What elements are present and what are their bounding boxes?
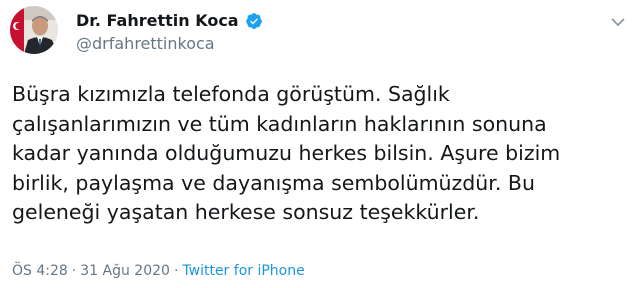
tweet-text-line: kadar yanında olduğumuzu herkes bilsin. … (12, 141, 561, 165)
tweet-text-line: birlik, paylaşma ve dayanışma sembolümüz… (12, 170, 535, 195)
meta-separator: · (71, 263, 77, 279)
avatar[interactable] (10, 6, 58, 54)
tweet-source-link[interactable]: Twitter for iPhone (182, 263, 304, 279)
tweet-time[interactable]: ÖS 4:28 (12, 263, 68, 279)
author-handle[interactable]: @drfahrettinkoca (76, 34, 215, 53)
tweet-text: Büşra kızımızla telefonda görüştüm. Sağl… (12, 80, 632, 228)
author-display-name[interactable]: Dr. Fahrettin Koca (76, 11, 239, 30)
tweet-meta: ÖS 4:28 · 31 Ağu 2020 · Twitter for iPho… (12, 263, 305, 279)
chevron-down-icon[interactable] (610, 14, 626, 30)
verified-badge-icon (245, 12, 263, 30)
tweet-text-line: geleneği yaşatan herkese sonsuz teşekkür… (12, 200, 480, 224)
meta-separator: · (173, 263, 179, 279)
author-name-row[interactable]: Dr. Fahrettin Koca (76, 11, 263, 30)
tweet-card: Dr. Fahrettin Koca @drfahrettinkoca Büşr… (0, 0, 640, 288)
tweet-text-line: Büşra kızımızla telefonda görüştüm. Sağl… (12, 82, 450, 106)
tweet-text-line: çalışanlarımızın ve tüm kadınların hakla… (12, 111, 547, 136)
tweet-date[interactable]: 31 Ağu 2020 (80, 263, 170, 279)
avatar-image (10, 6, 58, 54)
